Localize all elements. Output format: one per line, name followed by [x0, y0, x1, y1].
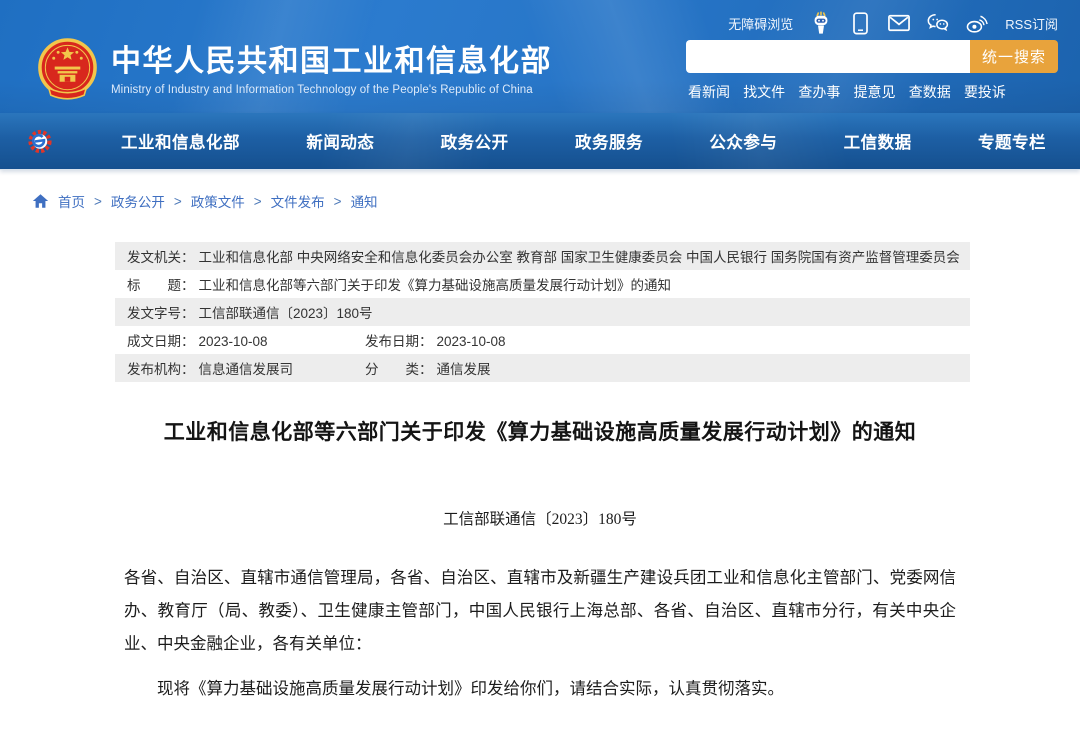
meta-value: 通信发展 [437, 358, 491, 378]
quick-link-complaint[interactable]: 要投诉 [964, 82, 1006, 102]
national-emblem-icon [36, 37, 99, 104]
nav-item-gov-disclosure[interactable]: 政务公开 [441, 129, 509, 153]
mobile-icon[interactable] [849, 11, 871, 35]
meta-row-doc-number: 发文字号： 工信部联通信〔2023〕180号 [115, 298, 970, 326]
quick-link-data[interactable]: 查数据 [909, 82, 951, 102]
mail-icon[interactable] [888, 11, 910, 35]
meta-label: 标 题： [127, 274, 195, 294]
nav-items: 工业和信息化部 新闻动态 政务公开 政务服务 公众参与 工信数据 专题专栏 [53, 129, 1080, 153]
wechat-icon[interactable] [927, 11, 949, 35]
article-doc-number: 工信部联通信〔2023〕180号 [124, 507, 956, 529]
meta-value: 信息通信发展司 [199, 358, 294, 378]
meta-value: 2023-10-08 [199, 334, 268, 349]
crumb-separator: > [174, 194, 182, 209]
meta-label: 发文字号： [127, 302, 195, 322]
rss-link[interactable]: RSS订阅 [1005, 14, 1058, 33]
topbar: 无障碍浏览 [0, 0, 1080, 35]
main-nav: 工业和信息化部 新闻动态 政务公开 政务服务 公众参与 工信数据 专题专栏 [0, 113, 1080, 170]
miit-logo-icon [27, 128, 53, 155]
article-paragraph: 现将《算力基础设施高质量发展行动计划》印发给你们，请结合实际，认真贯彻落实。 [124, 672, 956, 705]
nav-item-news[interactable]: 新闻动态 [306, 129, 374, 153]
article-paragraph: 各省、自治区、直辖市通信管理局，各省、自治区、直辖市及新疆生产建设兵团工业和信息… [124, 561, 956, 660]
site-subtitle: Ministry of Industry and Information Tec… [111, 84, 552, 96]
document-meta-table: 发文机关： 工业和信息化部 中央网络安全和信息化委员会办公室 教育部 国家卫生健… [115, 242, 970, 382]
article: 工业和信息化部等六部门关于印发《算力基础设施高质量发展行动计划》的通知 工信部联… [124, 419, 956, 705]
weibo-icon[interactable] [966, 11, 988, 35]
article-title: 工业和信息化部等六部门关于印发《算力基础设施高质量发展行动计划》的通知 [124, 419, 956, 447]
meta-value: 2023-10-08 [437, 334, 506, 349]
meta-value: 工信部联通信〔2023〕180号 [199, 302, 373, 322]
crumb-policy-files[interactable]: 政策文件 [191, 191, 245, 211]
crumb-file-release[interactable]: 文件发布 [271, 191, 325, 211]
crumb-separator: > [94, 194, 102, 209]
quick-link-news[interactable]: 看新闻 [688, 82, 730, 102]
site-title: 中华人民共和国工业和信息化部 [111, 45, 552, 79]
nav-item-participation[interactable]: 公众参与 [709, 129, 777, 153]
search-area: 统一搜索 看新闻 找文件 查办事 提意见 查数据 要投诉 [686, 40, 1058, 102]
site-header: 无障碍浏览 [0, 0, 1080, 113]
nav-item-topics[interactable]: 专题专栏 [978, 129, 1046, 153]
header-main: 中华人民共和国工业和信息化部 Ministry of Industry and … [0, 35, 1080, 104]
search-input[interactable] [686, 40, 970, 73]
meta-row-title: 标 题： 工业和信息化部等六部门关于印发《算力基础设施高质量发展行动计划》的通知 [115, 270, 970, 298]
quick-links: 看新闻 找文件 查办事 提意见 查数据 要投诉 [686, 73, 1058, 102]
meta-label: 成文日期： [127, 330, 195, 350]
meta-row-issuing-organ: 发文机关： 工业和信息化部 中央网络安全和信息化委员会办公室 教育部 国家卫生健… [115, 242, 970, 270]
meta-row-publisher: 发布机构： 信息通信发展司 分 类： 通信发展 [115, 354, 970, 382]
crumb-notice[interactable]: 通知 [351, 191, 378, 211]
crumb-separator: > [334, 194, 342, 209]
meta-value: 工业和信息化部 中央网络安全和信息化委员会办公室 教育部 国家卫生健康委员会 中… [199, 246, 960, 266]
meta-row-dates: 成文日期： 2023-10-08 发布日期： 2023-10-08 [115, 326, 970, 354]
nav-item-data[interactable]: 工信数据 [844, 129, 912, 153]
breadcrumb: 首页 > 政务公开 > 政策文件 > 文件发布 > 通知 [0, 170, 1080, 211]
crumb-separator: > [254, 194, 262, 209]
robot-mascot-icon[interactable] [810, 11, 832, 35]
quick-link-suggest[interactable]: 提意见 [854, 82, 896, 102]
nav-item-gov-services[interactable]: 政务服务 [575, 129, 643, 153]
home-icon[interactable] [32, 193, 49, 209]
unified-search-button[interactable]: 统一搜索 [970, 40, 1058, 73]
meta-value: 工业和信息化部等六部门关于印发《算力基础设施高质量发展行动计划》的通知 [199, 274, 672, 294]
crumb-home[interactable]: 首页 [58, 191, 85, 211]
accessibility-link[interactable]: 无障碍浏览 [728, 14, 793, 33]
meta-label: 发布日期： [365, 330, 433, 350]
crumb-gov-disclosure[interactable]: 政务公开 [111, 191, 165, 211]
meta-label: 分 类： [365, 358, 433, 378]
meta-label: 发布机构： [127, 358, 195, 378]
nav-item-miit[interactable]: 工业和信息化部 [121, 129, 240, 153]
brand: 中华人民共和国工业和信息化部 Ministry of Industry and … [111, 45, 552, 96]
quick-link-files[interactable]: 找文件 [743, 82, 785, 102]
quick-link-services[interactable]: 查办事 [798, 82, 840, 102]
meta-label: 发文机关： [127, 246, 195, 266]
